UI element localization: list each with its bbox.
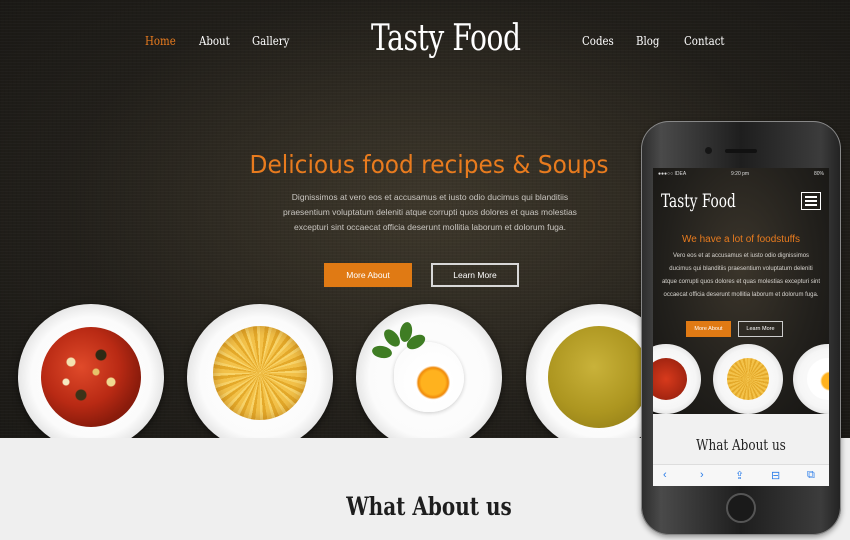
yellow-soup-food	[548, 326, 650, 428]
phone-home-button[interactable]	[726, 493, 756, 523]
mobile-status-bar: ●●●○○ IDEA 9:20 pm 80%	[653, 168, 829, 180]
pasta-food	[213, 326, 307, 420]
phone-screen: ●●●○○ IDEA 9:20 pm 80% Tasty Food We hav…	[653, 168, 829, 486]
mobile-soup-food	[653, 358, 687, 400]
mobile-hero: ●●●○○ IDEA 9:20 pm 80% Tasty Food We hav…	[653, 168, 829, 414]
bookmarks-icon[interactable]: ⊟	[771, 469, 780, 482]
soup-food	[41, 327, 141, 427]
fried-egg-food	[394, 342, 464, 412]
mobile-egg-food	[807, 358, 829, 400]
status-carrier: ●●●○○ IDEA	[658, 171, 687, 177]
phone-camera	[705, 147, 712, 154]
forward-arrow-icon[interactable]: ›	[700, 469, 704, 481]
herb-leaf-icon	[371, 344, 393, 360]
phone-speaker	[725, 149, 757, 153]
tabs-icon[interactable]: ⧉	[807, 469, 815, 482]
mobile-more-about-button[interactable]: More About	[686, 321, 731, 337]
soup-plate-image	[18, 304, 164, 438]
mobile-pasta-food	[727, 358, 769, 400]
nav-gallery[interactable]: Gallery	[252, 34, 289, 48]
egg-plate-image	[356, 304, 502, 438]
nav-about[interactable]: About	[199, 34, 230, 48]
learn-more-button[interactable]: Learn More	[431, 263, 519, 287]
phone-mockup: ●●●○○ IDEA 9:20 pm 80% Tasty Food We hav…	[641, 121, 841, 535]
mobile-soup-plate	[653, 344, 701, 414]
nav-codes[interactable]: Codes	[582, 34, 614, 48]
mobile-about-title: What About us	[696, 436, 786, 454]
mobile-pasta-plate	[713, 344, 783, 414]
mobile-browser-toolbar: ‹ › ⇪ ⊟ ⧉	[653, 464, 829, 486]
site-logo[interactable]: Tasty Food	[371, 18, 521, 59]
nav-home[interactable]: Home	[145, 34, 176, 48]
status-battery: 80%	[813, 171, 824, 177]
hero-description: Dignissimos at vero eos et accusamus et …	[283, 192, 577, 232]
mobile-hero-title: We have a lot of foodstuffs	[681, 234, 801, 245]
hamburger-menu-icon[interactable]	[801, 192, 821, 210]
more-about-button[interactable]: More About	[324, 263, 412, 287]
mobile-logo[interactable]: Tasty Food	[661, 190, 736, 212]
nav-contact[interactable]: Contact	[684, 34, 725, 48]
mobile-egg-plate	[793, 344, 829, 414]
pasta-plate-image	[187, 304, 333, 438]
share-icon[interactable]: ⇪	[735, 469, 744, 482]
status-time: 9:20 pm	[731, 171, 750, 177]
back-arrow-icon[interactable]: ‹	[663, 469, 667, 481]
nav-blog[interactable]: Blog	[636, 34, 659, 48]
mobile-learn-more-button[interactable]: Learn More	[738, 321, 783, 337]
mobile-hero-description: Vero eos et at accusamus et iusto odio d…	[661, 253, 821, 298]
